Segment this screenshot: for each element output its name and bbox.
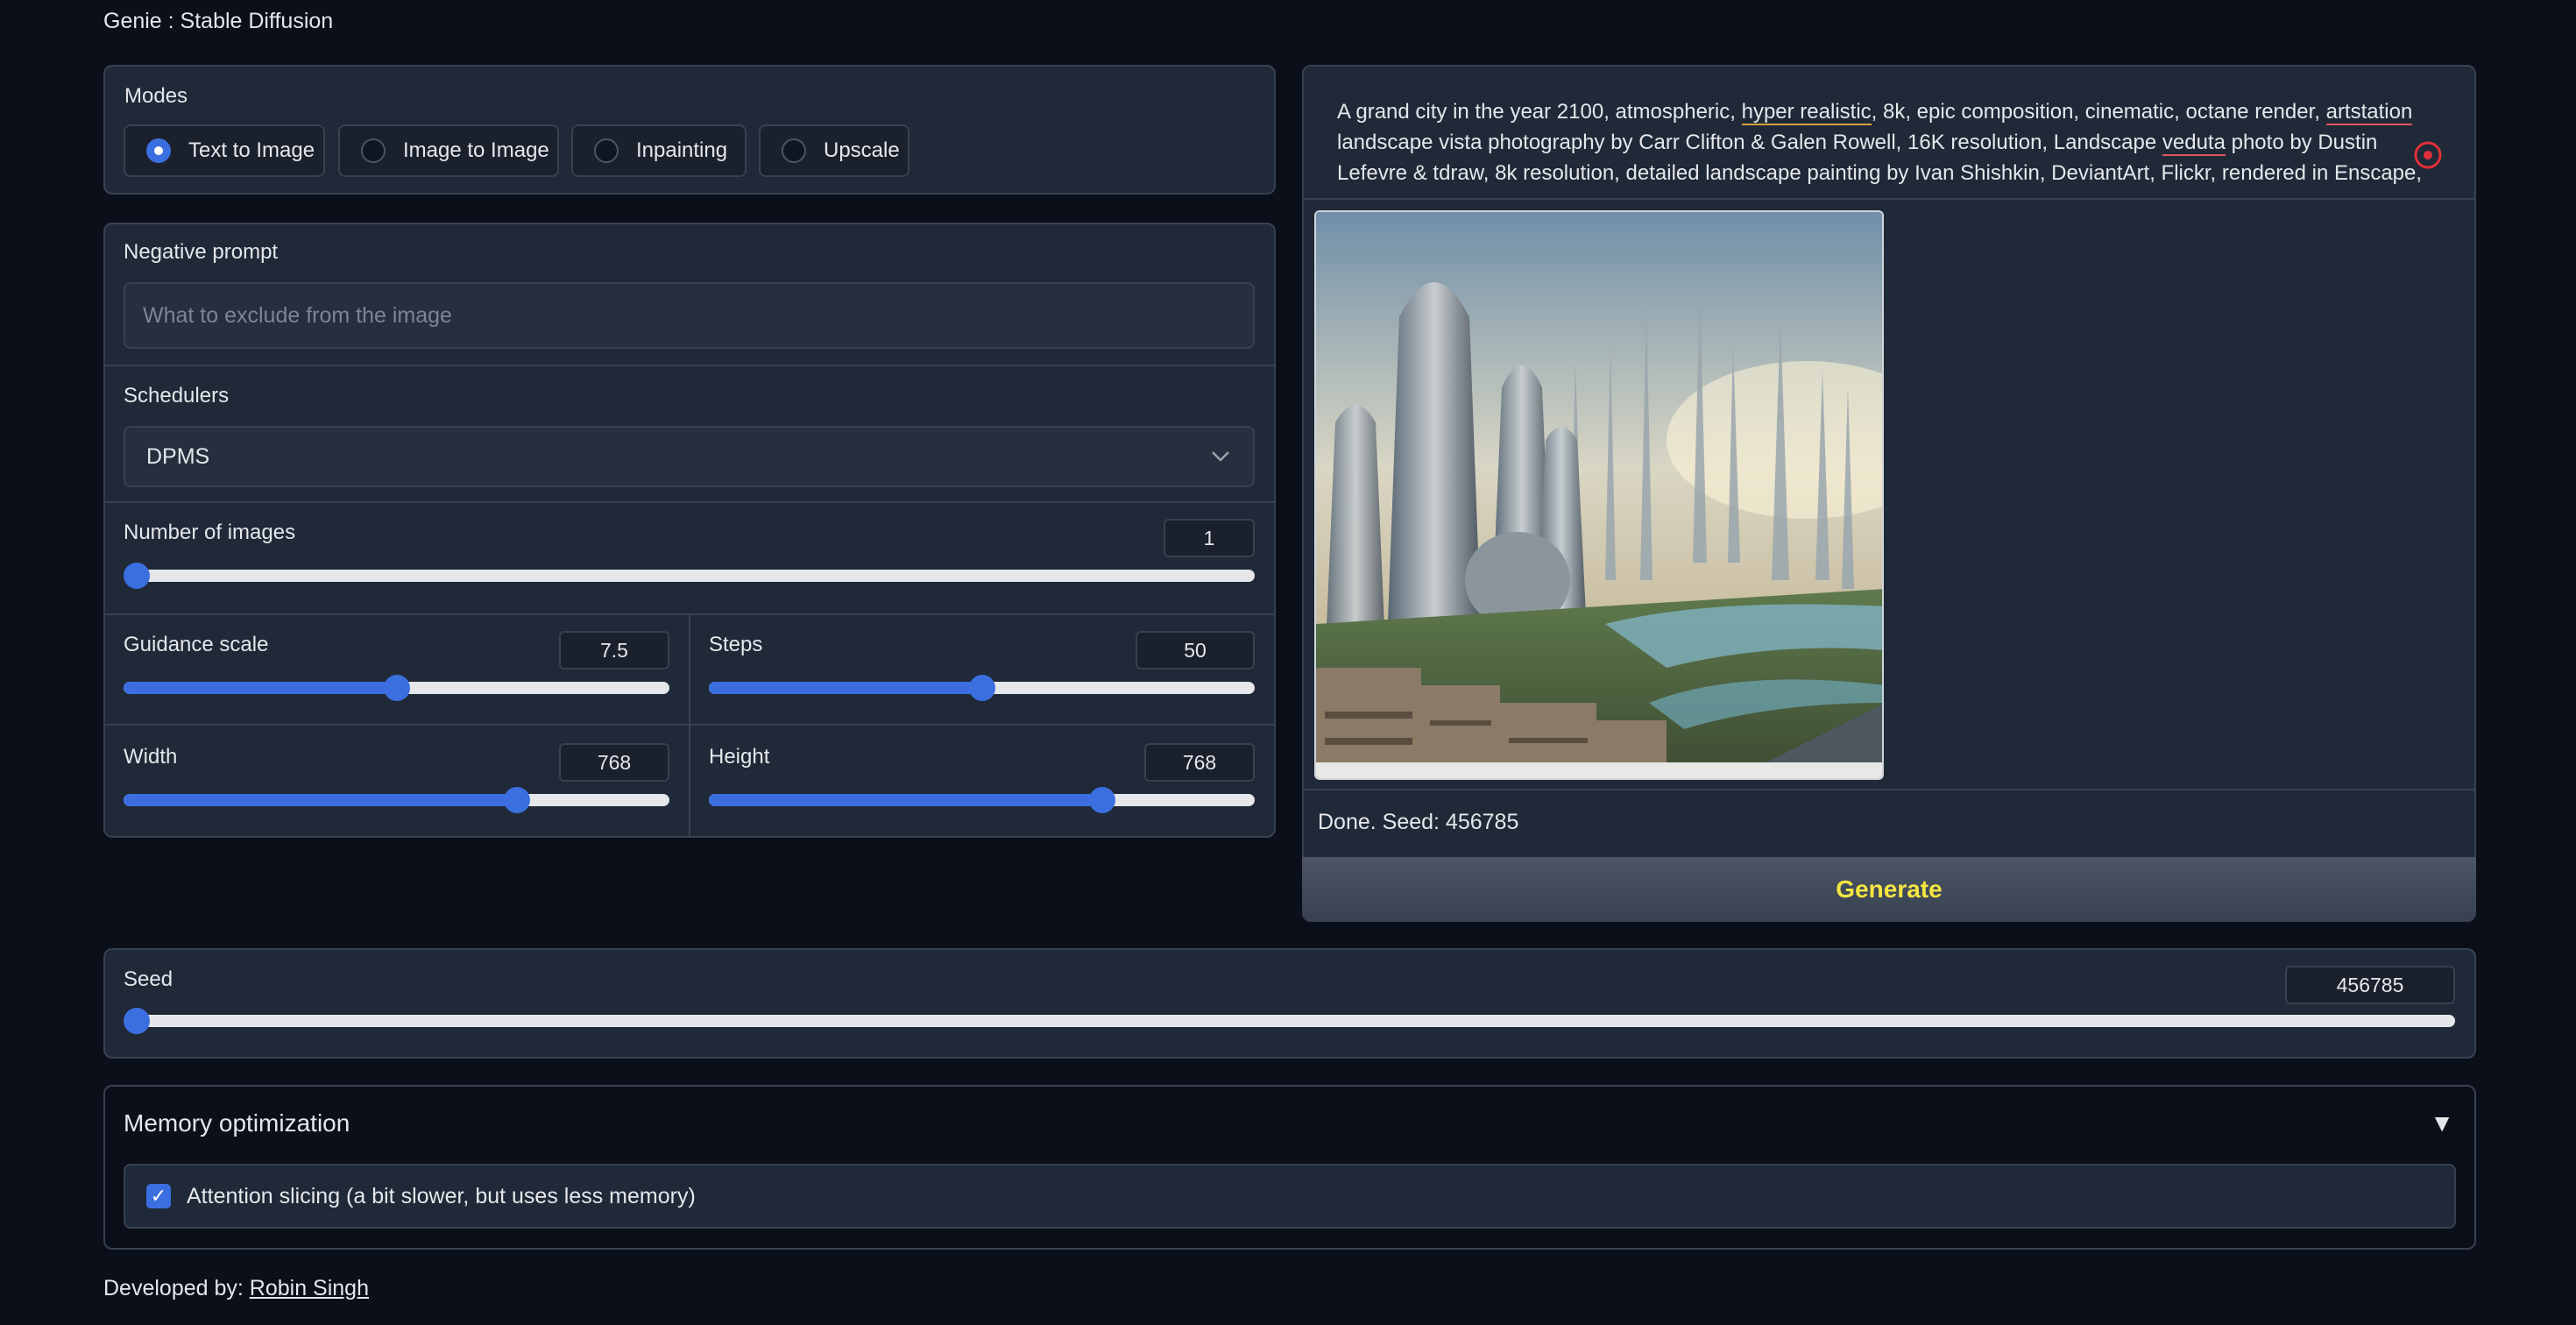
height-input[interactable]: 768	[1144, 743, 1255, 782]
negative-prompt-placeholder: What to exclude from the image	[143, 302, 452, 328]
slider-thumb[interactable]	[124, 563, 150, 589]
slider-thumb[interactable]	[383, 675, 410, 701]
seed-label: Seed	[124, 967, 173, 991]
slider-fill	[709, 794, 1102, 806]
slider-fill	[124, 794, 517, 806]
num-images-input[interactable]: 1	[1164, 519, 1255, 557]
negative-prompt-label: Negative prompt	[124, 240, 279, 264]
generated-image[interactable]	[1314, 210, 1884, 780]
schedulers-dropdown[interactable]: DPMS	[124, 426, 1255, 487]
status-text: Done. Seed: 456785	[1318, 810, 1519, 834]
radio-icon[interactable]	[361, 138, 386, 163]
schedulers-selected-value: DPMS	[146, 443, 210, 469]
modes-label: Modes	[124, 84, 188, 108]
footer-prefix: Developed by:	[103, 1276, 250, 1300]
width-slider[interactable]	[124, 787, 669, 813]
prompt-part-spellcheck: artstation	[2325, 100, 2413, 125]
radio-selected-icon[interactable]	[146, 138, 171, 163]
mode-label: Image to Image	[403, 138, 549, 162]
radio-icon[interactable]	[594, 138, 619, 163]
num-images-label: Number of images	[124, 521, 296, 544]
attention-slicing-option[interactable]: ✓ Attention slicing (a bit slower, but u…	[124, 1164, 2456, 1229]
prompt-part-spellcheck: Lefevre	[1337, 161, 1408, 184]
height-label: Height	[709, 745, 770, 769]
divider	[105, 724, 1274, 726]
prompt-part: & tdraw, 8k resolution, detailed landsca…	[1412, 161, 2423, 184]
height-slider[interactable]	[709, 787, 1255, 813]
slider-thumb[interactable]	[1088, 787, 1115, 813]
slider-thumb[interactable]	[503, 787, 530, 813]
mode-label: Text to Image	[188, 138, 315, 162]
mode-upscale[interactable]: Upscale	[759, 124, 909, 177]
attention-slicing-label: Attention slicing (a bit slower, but use…	[187, 1183, 696, 1208]
seed-slider[interactable]	[124, 1008, 2455, 1034]
width-label: Width	[124, 745, 178, 769]
mode-inpainting[interactable]: Inpainting	[571, 124, 747, 177]
triangle-down-icon[interactable]: ▼	[2430, 1109, 2454, 1137]
prompt-part: A grand city in the year 2100, atmospher…	[1337, 100, 1742, 124]
negative-prompt-input[interactable]: What to exclude from the image	[124, 282, 1255, 349]
steps-slider[interactable]	[709, 675, 1255, 701]
footer: Developed by: Robin Singh	[103, 1276, 369, 1301]
mode-image-to-image[interactable]: Image to Image	[338, 124, 559, 177]
steps-label: Steps	[709, 633, 763, 656]
prompt-part: landscape vista photography by Carr Clif…	[1337, 131, 2162, 154]
schedulers-label: Schedulers	[124, 384, 230, 407]
generate-button[interactable]: Generate	[1302, 857, 2476, 920]
app-title: Genie : Stable Diffusion	[103, 9, 334, 33]
steps-input[interactable]: 50	[1136, 631, 1255, 670]
prompt-text: A grand city in the year 2100, atmospher…	[1337, 96, 2424, 184]
prompt-part-spellcheck: veduta	[2162, 131, 2226, 156]
seed-panel	[103, 948, 2476, 1059]
guidance-scale-slider[interactable]	[124, 675, 669, 701]
prompt-part-spellcheck: hyper realistic	[1741, 100, 1872, 125]
slider-fill	[709, 682, 982, 694]
prompt-part: photo by Dustin	[2225, 131, 2378, 154]
mode-label: Upscale	[824, 138, 900, 162]
slider-thumb[interactable]	[124, 1008, 150, 1034]
mode-text-to-image[interactable]: Text to Image	[124, 124, 325, 177]
num-images-slider[interactable]	[124, 563, 1255, 589]
memory-title: Memory optimization	[124, 1109, 350, 1137]
prompt-part: , 8k, epic composition, cinematic, octan…	[1871, 100, 2326, 124]
radio-icon[interactable]	[782, 138, 806, 163]
grammar-icon[interactable]	[2413, 140, 2443, 170]
width-input[interactable]: 768	[559, 743, 669, 782]
checkbox-checked-icon[interactable]: ✓	[146, 1184, 171, 1208]
divider	[105, 501, 1274, 503]
guidance-scale-label: Guidance scale	[124, 633, 269, 656]
chevron-down-icon	[1212, 451, 1229, 462]
slider-fill	[124, 682, 397, 694]
city-image	[1316, 212, 1882, 778]
memory-accordion-header[interactable]: Memory optimization ▼	[124, 1109, 2454, 1144]
divider	[689, 615, 690, 836]
divider	[105, 365, 1274, 366]
mode-label: Inpainting	[636, 138, 728, 162]
seed-input[interactable]: 456785	[2285, 966, 2455, 1004]
author-link[interactable]: Robin Singh	[250, 1276, 369, 1300]
slider-thumb[interactable]	[968, 675, 995, 701]
guidance-scale-input[interactable]: 7.5	[559, 631, 669, 670]
